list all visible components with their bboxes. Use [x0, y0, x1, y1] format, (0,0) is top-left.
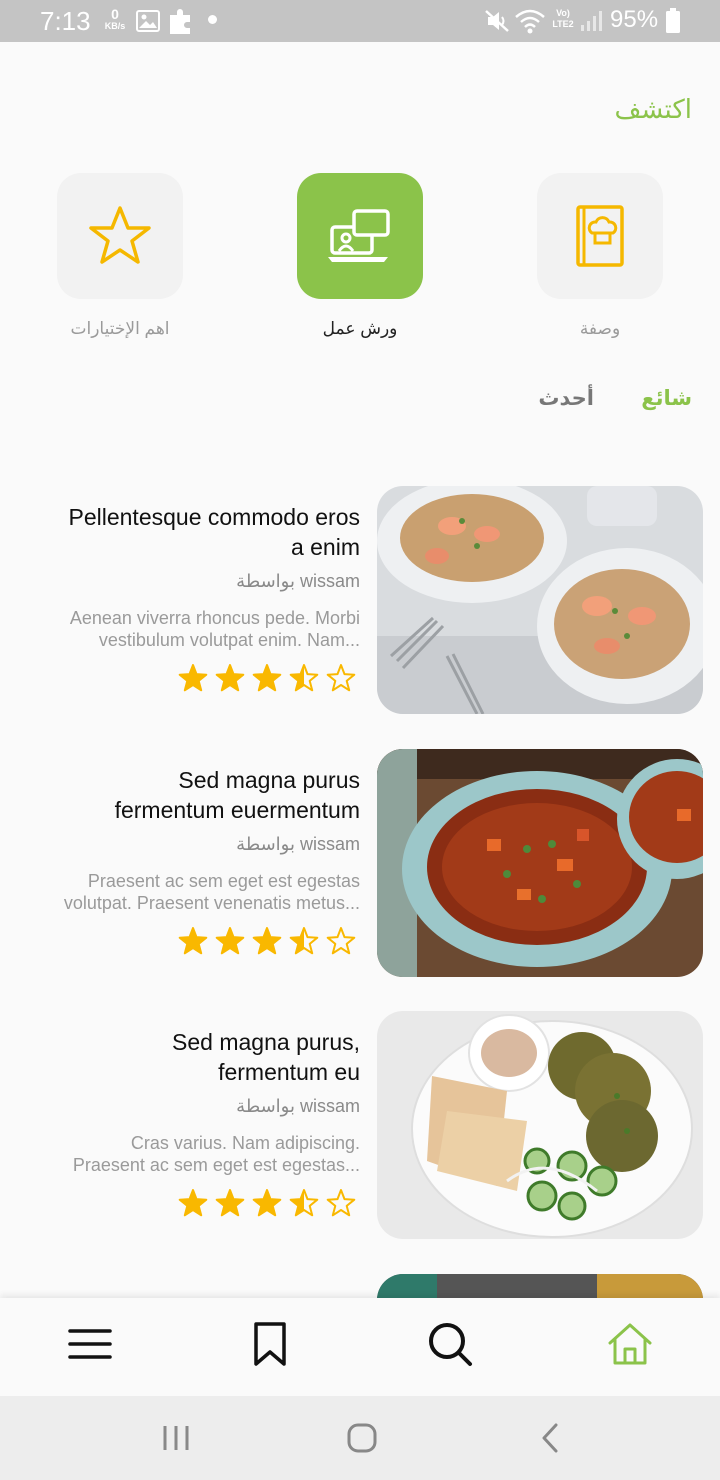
- image-icon: [136, 10, 160, 32]
- recipe-image[interactable]: [377, 1011, 703, 1239]
- rating-stars: [178, 1189, 356, 1217]
- recipe-title-line: Pellentesque commodo eros: [68, 504, 361, 530]
- tab-latest[interactable]: أحدث: [538, 386, 594, 411]
- recipe-title-line: a enim: [290, 534, 360, 560]
- bottom-navigation: [0, 1298, 720, 1396]
- tab-popular[interactable]: شائع: [641, 386, 692, 411]
- net-speed-value: 0: [111, 6, 119, 22]
- recipe-book-icon: [576, 205, 624, 267]
- star-empty-icon: [326, 664, 356, 692]
- star-half-icon: [289, 664, 319, 692]
- search-icon: [429, 1323, 472, 1366]
- star-filled-icon: [215, 1189, 245, 1217]
- recipe-title-line: Sed magna purus,: [172, 1029, 360, 1055]
- recipe-description: Praesent ac sem eget est egestas volutpa…: [30, 870, 360, 914]
- shrimp-pasta-image: [377, 486, 703, 714]
- app-screen: 7:13 0 KB/s Vo) LTE2 95% اكتشف اهم الإخت…: [0, 0, 720, 1480]
- category-recipe[interactable]: وصفة: [537, 173, 663, 338]
- recipe-author: بواسطة wissam: [236, 834, 360, 854]
- workshop-icon: [328, 209, 390, 262]
- recipe-card[interactable]: Sed magna purus fermentum euermentum بوا…: [0, 749, 720, 977]
- recipe-image[interactable]: [377, 486, 703, 714]
- recipe-author: بواسطة wissam: [236, 571, 360, 591]
- star-icon: [89, 206, 151, 264]
- recipe-title-line: Sed magna purus: [178, 767, 360, 793]
- back-button[interactable]: [526, 1418, 574, 1458]
- home-icon: [608, 1323, 652, 1365]
- recipe-title-line: fermentum eu: [218, 1059, 360, 1085]
- category-label: اهم الإختيارات: [70, 319, 170, 338]
- net-speed-unit: KB/s: [104, 21, 126, 31]
- category-label: وصفة: [579, 319, 621, 338]
- battery-icon: [666, 8, 680, 33]
- recipe-card[interactable]: Pellentesque commodo eros a enim بواسطة …: [0, 486, 720, 714]
- star-filled-icon: [215, 664, 245, 692]
- vegetable-soup-image: [377, 749, 703, 977]
- star-half-icon: [289, 1189, 319, 1217]
- status-bar: 7:13 0 KB/s Vo) LTE2 95%: [0, 0, 720, 42]
- recipe-description: Aenean viverra rhoncus pede. Morbi vesti…: [30, 607, 360, 651]
- bookmark-icon: [254, 1322, 286, 1366]
- falafel-plate-image: [377, 1011, 703, 1239]
- category-tile[interactable]: [297, 173, 423, 299]
- recipe-card[interactable]: Sed magna purus, fermentum eu بواسطة wis…: [0, 1011, 720, 1239]
- star-filled-icon: [178, 664, 208, 692]
- star-empty-icon: [326, 1189, 356, 1217]
- bookmark-button[interactable]: [240, 1314, 300, 1374]
- menu-button[interactable]: [60, 1314, 120, 1374]
- signal-icon: [581, 11, 602, 31]
- recipe-desc-line: volutpat. Praesent venenatis metus...: [63, 893, 360, 913]
- category-tile[interactable]: [57, 173, 183, 299]
- recipe-image[interactable]: [377, 749, 703, 977]
- page-title: اكتشف: [614, 94, 692, 124]
- category-tile[interactable]: [537, 173, 663, 299]
- battery-percent: 95%: [610, 6, 659, 33]
- recipe-description: Cras varius. Nam adipiscing. Praesent ac…: [30, 1132, 360, 1176]
- dot-icon: [208, 15, 217, 24]
- star-filled-icon: [178, 927, 208, 955]
- star-filled-icon: [252, 1189, 282, 1217]
- wifi-icon: [515, 9, 545, 34]
- status-time: 7:13: [40, 6, 91, 36]
- recipe-title-line: fermentum euermentum: [114, 797, 360, 823]
- recipe-title: Sed magna purus, fermentum eu: [30, 1027, 360, 1087]
- network-label: Vo) LTE2: [552, 8, 574, 29]
- category-label: ورش عمل: [322, 319, 398, 338]
- star-filled-icon: [178, 1189, 208, 1217]
- star-half-icon: [289, 927, 319, 955]
- star-filled-icon: [252, 927, 282, 955]
- net-speed: 0 KB/s: [101, 7, 129, 31]
- mute-icon: [485, 10, 509, 32]
- star-empty-icon: [326, 927, 356, 955]
- home-system-button[interactable]: [338, 1418, 386, 1458]
- back-chevron-icon: [542, 1423, 558, 1453]
- recipe-desc-line: Cras varius. Nam adipiscing.: [130, 1133, 360, 1153]
- recipe-title: Pellentesque commodo eros a enim: [30, 502, 361, 562]
- recipe-title: Sed magna purus fermentum euermentum: [30, 765, 360, 825]
- recent-apps-icon: [163, 1426, 189, 1450]
- puzzle-icon: [170, 9, 190, 34]
- rating-stars: [178, 664, 356, 692]
- home-circle-icon: [347, 1423, 377, 1453]
- recipe-desc-line: Praesent ac sem eget est egestas: [87, 871, 360, 891]
- recipe-desc-line: Aenean viverra rhoncus pede. Morbi: [69, 608, 360, 628]
- recent-apps-button[interactable]: [152, 1418, 200, 1458]
- search-button[interactable]: [420, 1314, 480, 1374]
- category-workshops[interactable]: ورش عمل: [297, 173, 423, 338]
- star-filled-icon: [252, 664, 282, 692]
- home-button[interactable]: [600, 1314, 660, 1374]
- recipe-author: بواسطة wissam: [236, 1096, 360, 1116]
- recipe-desc-line: Praesent ac sem eget est egestas...: [72, 1155, 360, 1175]
- recipe-desc-line: vestibulum volutpat enim. Nam...: [98, 630, 360, 650]
- rating-stars: [178, 927, 356, 955]
- menu-icon: [68, 1329, 112, 1359]
- category-top-picks[interactable]: اهم الإختيارات: [57, 173, 183, 338]
- star-filled-icon: [215, 927, 245, 955]
- system-navigation-bar: [0, 1396, 720, 1480]
